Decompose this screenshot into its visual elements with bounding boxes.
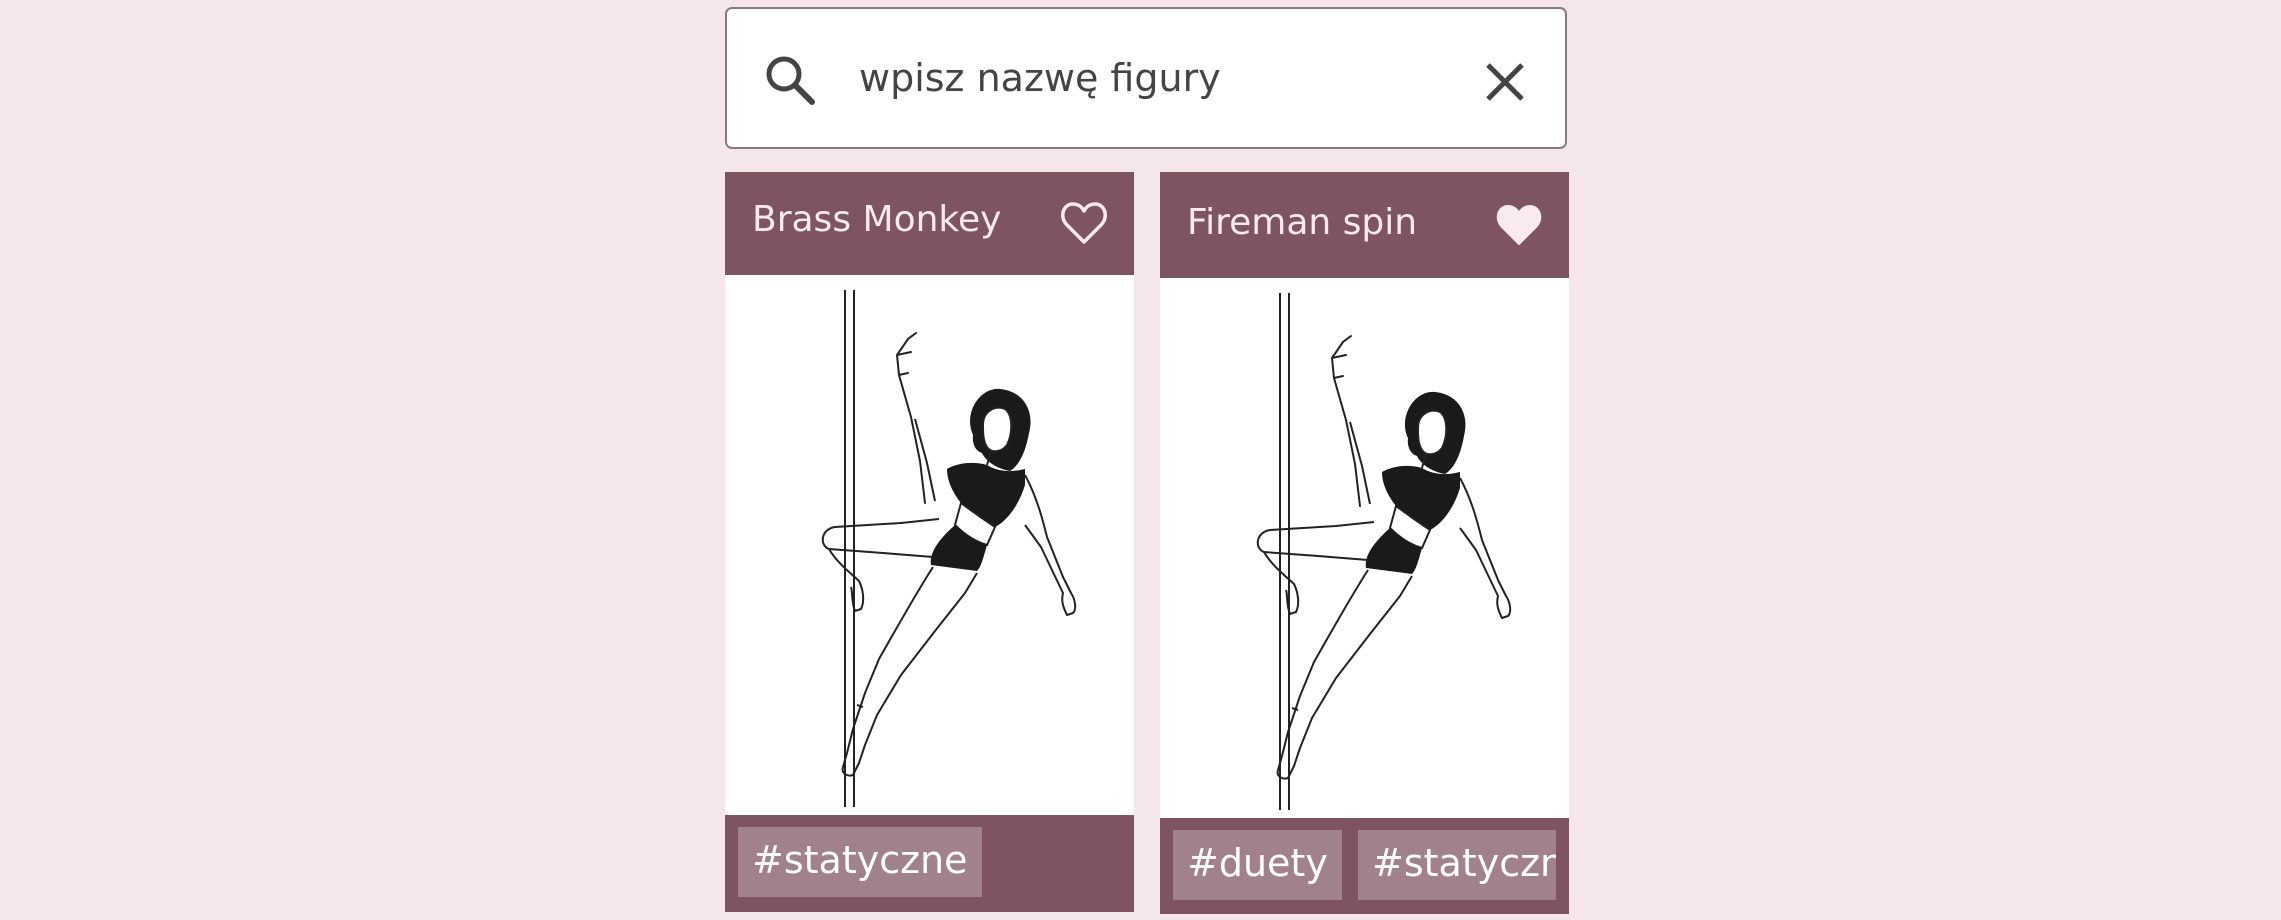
search-input[interactable] [859,37,1419,119]
card-tags: #statyczne [725,815,1134,912]
tag-chip[interactable]: #statyczne [738,827,982,897]
close-icon[interactable] [1480,57,1530,107]
figure-card-fireman-spin[interactable]: Fireman spin #duety #statyczn [1160,172,1569,914]
card-header: Fireman spin [1160,172,1569,278]
search-bar[interactable] [725,7,1567,149]
tag-chip[interactable]: #statyczn [1358,830,1556,900]
search-icon [762,52,820,110]
card-tags: #duety #statyczn [1160,818,1569,914]
figure-illustration [1160,278,1569,818]
figure-illustration [725,275,1134,815]
card-header: Brass Monkey [725,172,1134,275]
card-title: Fireman spin [1187,202,1418,243]
tag-chip[interactable]: #duety [1173,830,1342,900]
figure-card-brass-monkey[interactable]: Brass Monkey #statyczne [725,172,1134,912]
card-title: Brass Monkey [752,199,1002,240]
heart-filled-icon[interactable] [1494,200,1544,250]
heart-outline-icon[interactable] [1059,198,1109,248]
